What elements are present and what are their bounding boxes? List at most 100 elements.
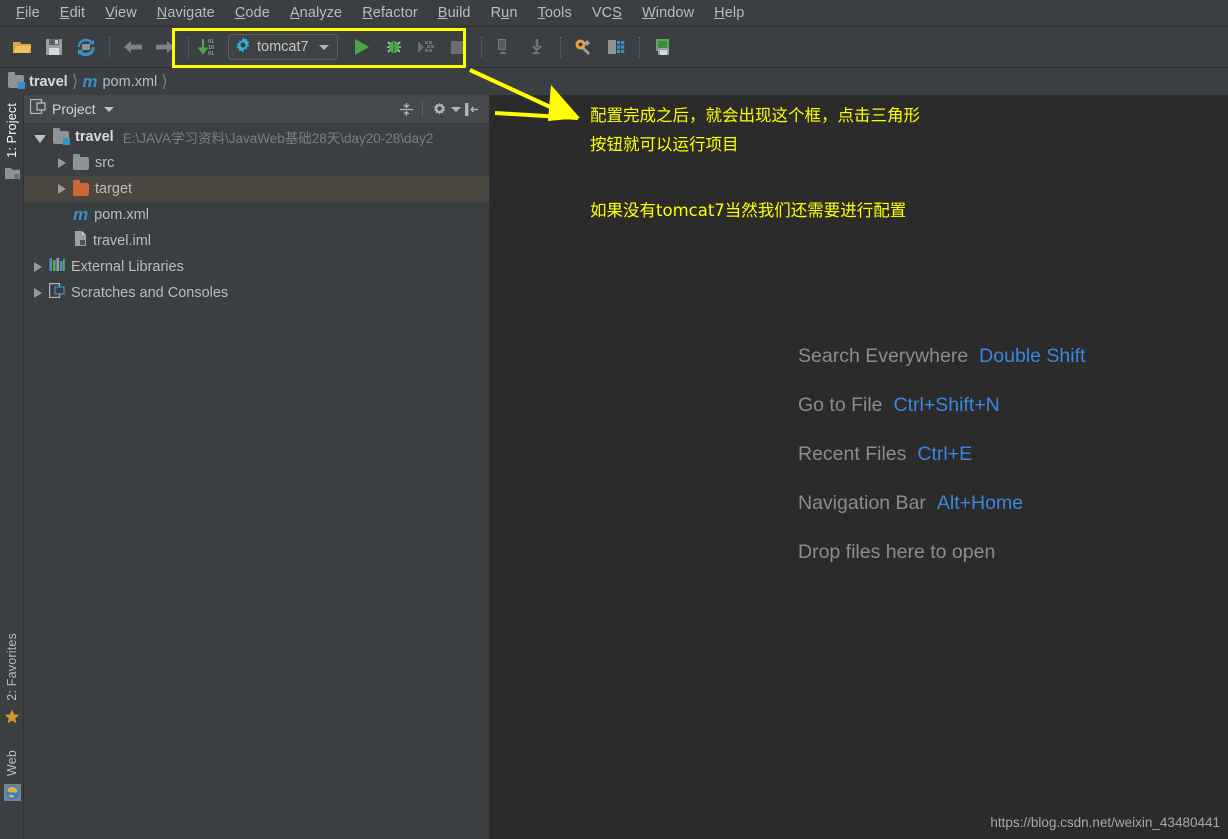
menu-item-vcs[interactable]: VCS — [582, 3, 632, 23]
commit-changes-icon[interactable] — [523, 33, 551, 61]
project-icon — [29, 98, 46, 119]
chevron-down-icon[interactable] — [103, 106, 114, 112]
expand-arrow-icon[interactable] — [34, 288, 42, 298]
menu-item-tools[interactable]: Tools — [527, 3, 581, 23]
open-project-icon[interactable] — [8, 33, 36, 61]
tree-item-travel[interactable]: travel E:\JAVA学习资料\JavaWeb基础28天\day20-28… — [24, 124, 489, 150]
menu-item-file[interactable]: File — [6, 3, 50, 23]
sidebar-tab-favorites[interactable]: 2: Favorites — [0, 633, 24, 730]
star-icon — [4, 709, 20, 730]
tip-label: Drop files here to open — [798, 541, 996, 563]
tree-item-src[interactable]: src — [24, 150, 489, 176]
play-icon — [354, 39, 369, 55]
tip-row-go-to-file: Go to File Ctrl+Shift+N — [798, 394, 1085, 417]
menu-item-build[interactable]: Build — [428, 3, 481, 23]
menu-item-view[interactable]: View — [95, 3, 147, 23]
settings-gear-icon[interactable] — [428, 98, 450, 120]
editor-tips-list: Search Everywhere Double Shift Go to Fil… — [798, 345, 1085, 590]
expand-arrow-icon[interactable] — [34, 134, 46, 143]
gear-icon — [235, 36, 251, 58]
module-folder-icon — [8, 72, 25, 89]
run-configuration-name: tomcat7 — [257, 39, 309, 55]
project-panel-header: Project — [24, 95, 489, 124]
tree-item-external-libraries[interactable]: External Libraries — [24, 254, 489, 280]
sidebar-tab-project[interactable]: 1: Project — [0, 103, 24, 185]
tip-label: Recent Files — [798, 443, 907, 465]
tip-shortcut: Alt+Home — [936, 492, 1024, 514]
project-icon — [4, 166, 20, 185]
tree-item-scratches-and-consoles[interactable]: Scratches and Consoles — [24, 280, 489, 306]
settings-wrench-icon[interactable] — [570, 33, 598, 61]
chevron-down-icon[interactable] — [318, 44, 329, 50]
hide-panel-icon[interactable] — [461, 98, 483, 120]
menu-item-run[interactable]: Run — [481, 3, 528, 23]
run-with-coverage-button[interactable] — [412, 33, 440, 61]
menu-item-navigate[interactable]: Navigate — [147, 3, 225, 23]
run-button[interactable] — [348, 33, 376, 61]
toolbar-separator-3 — [480, 37, 482, 57]
stop-icon — [451, 40, 465, 54]
tree-item-label: pom.xml — [94, 207, 149, 223]
expand-arrow-icon[interactable] — [58, 158, 66, 168]
watermark-url: https://blog.csdn.net/weixin_43480441 — [990, 815, 1220, 830]
project-tool-window: Project travel E:\JAVA学习资料\JavaWeb基础28天\… — [24, 95, 490, 839]
libraries-icon — [49, 257, 65, 277]
build-project-icon[interactable]: 01 10 01 — [198, 33, 222, 61]
breadcrumb-item-pomxml[interactable]: m pom.xml — [82, 72, 157, 92]
toolbar-separator-5 — [638, 37, 640, 57]
sidebar-tab-label: 2: Favorites — [5, 633, 19, 701]
tree-item-target[interactable]: target — [24, 176, 489, 202]
tree-item-travel-iml[interactable]: travel.iml — [24, 228, 489, 254]
run-configuration-widget[interactable]: tomcat7 — [228, 34, 338, 60]
breadcrumb-label: pom.xml — [102, 73, 158, 90]
tip-row-drop-files: Drop files here to open — [798, 541, 1085, 564]
project-tree: travel E:\JAVA学习资料\JavaWeb基础28天\day20-28… — [24, 124, 489, 839]
menu-item-code[interactable]: Code — [225, 3, 280, 23]
tip-row-recent-files: Recent Files Ctrl+E — [798, 443, 1085, 466]
tip-shortcut: Ctrl+E — [917, 443, 973, 465]
globe-icon — [3, 784, 21, 806]
navigate-forward-icon[interactable] — [151, 33, 179, 61]
tree-item-path: E:\JAVA学习资料\JavaWeb基础28天\day20-28\day2 — [122, 131, 434, 146]
expand-arrow-icon[interactable] — [58, 184, 66, 194]
stop-button[interactable] — [444, 33, 472, 61]
breadcrumb-item-travel[interactable]: travel — [8, 72, 68, 90]
sync-refresh-icon[interactable] — [72, 33, 100, 61]
sidebar-tab-web[interactable]: Web — [0, 750, 24, 806]
save-all-icon[interactable] — [40, 33, 68, 61]
collapse-all-icon[interactable] — [395, 98, 417, 120]
tree-item-label: travel.iml — [93, 233, 152, 249]
chevron-down-icon[interactable] — [451, 106, 461, 112]
tree-item-label: Scratches and Consoles — [71, 285, 229, 301]
editor-empty-area: Search Everywhere Double Shift Go to Fil… — [490, 95, 1228, 839]
svg-text:01: 01 — [208, 51, 214, 57]
tree-item-label: External Libraries — [71, 259, 184, 275]
toolbar-separator-1 — [109, 37, 110, 57]
idea-window: File Edit View Navigate Code Analyze Ref… — [0, 0, 1228, 839]
tip-row-search-everywhere: Search Everywhere Double Shift — [798, 345, 1085, 368]
menu-item-refactor[interactable]: Refactor — [352, 3, 428, 23]
tip-label: Navigation Bar — [798, 492, 926, 514]
folder-orange-icon — [73, 179, 89, 196]
project-structure-icon[interactable] — [602, 33, 630, 61]
debug-button[interactable] — [380, 33, 408, 61]
tip-label: Search Everywhere — [798, 345, 969, 367]
tip-label: Go to File — [798, 394, 883, 416]
module-folder-icon — [53, 127, 70, 145]
menu-item-analyze[interactable]: Analyze — [280, 3, 352, 23]
project-panel-title: Project — [52, 101, 96, 117]
menu-bar: File Edit View Navigate Code Analyze Ref… — [0, 0, 1228, 27]
menu-item-help[interactable]: Help — [704, 3, 754, 23]
tree-item-pomxml[interactable]: m pom.xml — [24, 202, 489, 228]
tip-row-navigation-bar: Navigation Bar Alt+Home — [798, 492, 1085, 515]
sidebar-tab-label: 1: Project — [5, 103, 19, 158]
navigate-back-icon[interactable] — [119, 33, 147, 61]
menu-item-edit[interactable]: Edit — [50, 3, 95, 23]
left-toolwindow-bar: 1: Project 2: Favorites Web — [0, 95, 24, 839]
save-chip-icon[interactable] — [649, 33, 677, 61]
menu-label: ile — [24, 5, 40, 21]
update-project-icon[interactable] — [491, 33, 519, 61]
folder-icon — [73, 153, 89, 170]
expand-arrow-icon[interactable] — [34, 262, 42, 272]
menu-item-window[interactable]: Window — [632, 3, 704, 23]
